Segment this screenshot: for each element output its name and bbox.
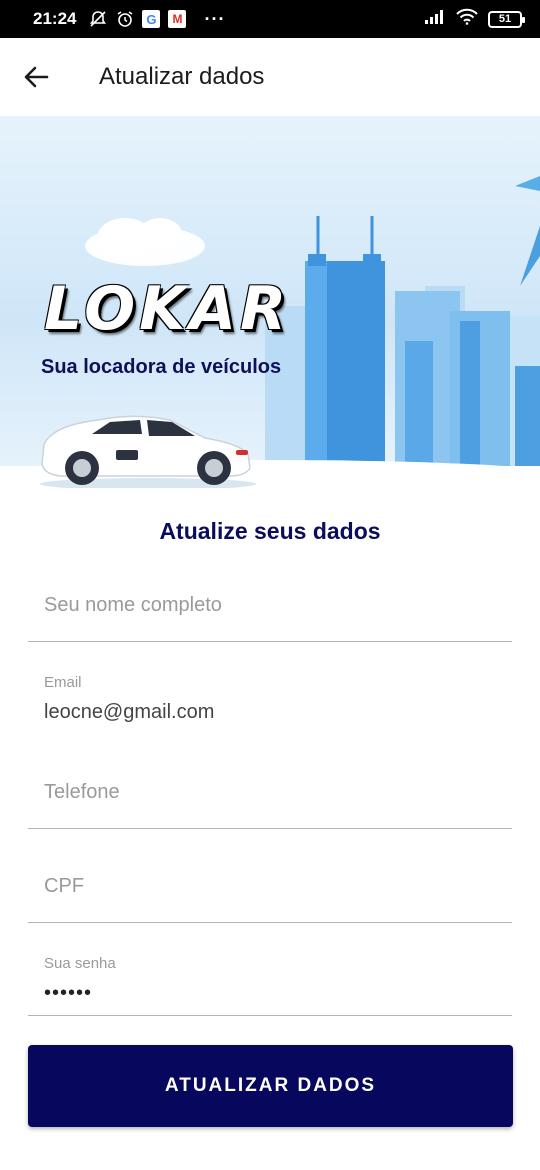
password-input[interactable] xyxy=(28,979,512,1007)
status-time: 21:24 xyxy=(33,9,77,28)
brand-tagline: Sua locadora de veículos xyxy=(41,356,282,378)
status-bar: 21:24 G M ··· 51 xyxy=(0,0,540,38)
brand-banner: LOKAR Sua locadora de veículos xyxy=(0,116,540,488)
app-bar: Atualizar dados xyxy=(0,38,540,116)
name-field xyxy=(28,575,512,642)
signal-icon xyxy=(424,9,446,30)
arrow-back-icon xyxy=(24,66,49,88)
email-label: Email xyxy=(44,674,82,691)
wifi-icon xyxy=(456,8,478,30)
password-field: Sua senha xyxy=(28,948,512,1016)
brand-logo: LOKAR xyxy=(44,274,291,344)
email-field: Email xyxy=(28,668,512,735)
back-button[interactable] xyxy=(0,38,72,116)
alarm-icon xyxy=(115,10,134,29)
password-label: Sua senha xyxy=(44,955,116,972)
more-notifications-icon: ··· xyxy=(204,8,226,29)
battery-icon: 51 xyxy=(488,10,525,28)
cpf-field xyxy=(28,856,512,923)
google-icon: G xyxy=(142,10,161,28)
gmail-icon: M xyxy=(168,10,187,28)
name-input[interactable] xyxy=(28,575,512,635)
form-title: Atualize seus dados xyxy=(159,518,381,544)
notifications-off-icon xyxy=(88,10,107,29)
cpf-input[interactable] xyxy=(28,856,512,916)
page-title: Atualizar dados xyxy=(99,63,265,90)
email-input[interactable] xyxy=(28,698,512,726)
update-data-button[interactable]: ATUALIZAR DADOS xyxy=(28,1045,513,1127)
phone-input[interactable] xyxy=(28,762,512,822)
phone-field xyxy=(28,762,512,829)
